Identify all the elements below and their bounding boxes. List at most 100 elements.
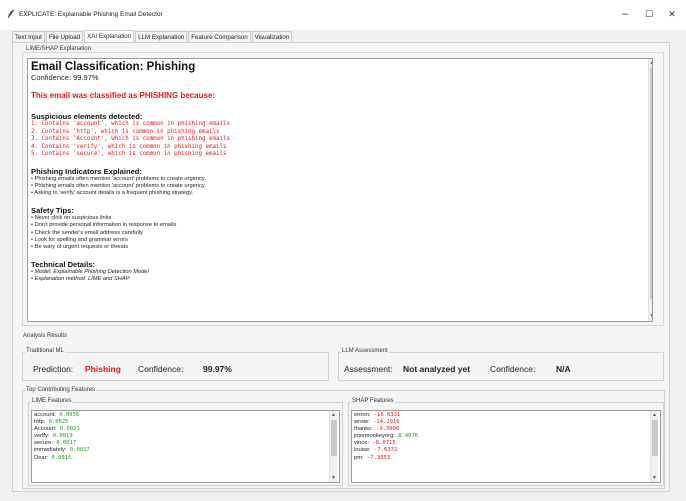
feature-name: account:: [34, 412, 56, 418]
feature-value: 0.0021: [59, 426, 80, 433]
feature-name: wrote:: [354, 419, 370, 426]
feature-name: immediately:: [34, 447, 67, 454]
safety-tip: • Be wary of urgent requests or threats: [31, 244, 129, 251]
list-item: secure: 0.0017: [34, 440, 337, 447]
window-title: EXPLICATE: Explainable Phishing Email De…: [19, 11, 163, 18]
shap-features-label: SHAP Features: [351, 398, 395, 404]
feature-value: -7.6372: [374, 447, 398, 454]
tab-text-input[interactable]: Text Input: [12, 31, 45, 42]
suspicious-item: 5. Contains 'secure', which is common in…: [31, 151, 227, 157]
confidence-line: Confidence: 99.97%: [31, 73, 99, 82]
llm-confidence-label: Confidence:: [490, 364, 536, 374]
feature-name: enron:: [354, 412, 371, 418]
technical-item: • Explanation method: LIME and SHAP: [31, 276, 130, 283]
feather-icon: [8, 9, 15, 18]
list-item: wrote: -14.2916: [354, 419, 658, 426]
feature-name: Dear:: [34, 454, 49, 461]
suspicious-title: Suspicious elements detected:: [31, 112, 143, 121]
prediction-label: Prediction:: [33, 364, 74, 374]
feature-value: -14.2916: [373, 419, 400, 426]
safety-tip: • Don't provide personal information in …: [31, 222, 177, 229]
indicator-item: • Phishing emails often mention 'account…: [31, 175, 206, 182]
scroll-down-arrow-icon[interactable]: ▼: [651, 475, 658, 481]
tab-llm-explanation[interactable]: LLM Explanation: [135, 31, 188, 42]
list-item: Dear: 0.0015: [34, 455, 337, 462]
top-features-label: Top Contributing Features: [25, 387, 97, 393]
scroll-up-arrow-icon[interactable]: ▲: [651, 412, 658, 418]
safety-tip: • Never click on suspicious links: [31, 214, 112, 221]
feature-value: 0.0017: [56, 440, 77, 447]
list-item: Account: 0.0021: [34, 426, 337, 433]
lime-scrollbar[interactable]: ▲ ▼: [329, 411, 337, 482]
suspicious-item: 4. Contains 'verify', which is common in…: [31, 143, 227, 150]
lime-features-label: LIME Features: [31, 398, 73, 404]
feature-value: 0.0017: [69, 447, 90, 454]
tab-feature-comparison[interactable]: Feature Comparison: [188, 31, 251, 42]
feature-name: vince:: [354, 440, 370, 447]
feature-name: josemonkeyorg:: [354, 433, 395, 440]
tab-visualization[interactable]: Visualization: [251, 31, 293, 42]
shap-features-list[interactable]: enron: -16.6331 wrote: -14.2916 thanks: …: [351, 410, 661, 483]
feature-name: thanks:: [354, 426, 373, 433]
verdict-line: This email was classified as PHISHING be…: [31, 91, 216, 100]
suspicious-item: 1. Contains 'account', which is common i…: [31, 121, 230, 127]
tab-xai-explanation[interactable]: XAI Explanation: [84, 30, 135, 42]
assessment-value: Not analyzed yet: [403, 364, 471, 374]
feature-value: 8.4076: [398, 433, 419, 440]
classification-heading: Email Classification: Phishing: [31, 61, 196, 73]
close-button[interactable]: ✕: [659, 5, 685, 23]
feature-name: Account:: [34, 426, 57, 433]
feature-value: 0.0056: [59, 412, 80, 418]
title-bar: EXPLICATE: Explainable Phishing Email De…: [0, 0, 686, 30]
list-item: enron: -16.6331: [354, 412, 658, 419]
list-item: immediately: 0.0017: [34, 447, 337, 454]
feature-value: 0.0019: [52, 433, 73, 440]
technical-title: Technical Details:: [31, 259, 96, 269]
list-item: http: 0.0025: [34, 419, 337, 426]
scrollbar-thumb[interactable]: [331, 420, 337, 456]
list-item: pm: -7.3053: [354, 455, 658, 462]
scroll-up-arrow-icon[interactable]: ▲: [649, 60, 652, 66]
feature-name: verify:: [34, 433, 50, 440]
shap-scrollbar[interactable]: ▲ ▼: [650, 411, 658, 482]
traditional-ml-label: Traditional ML: [25, 348, 65, 354]
app-window: EXPLICATE: Explainable Phishing Email De…: [0, 0, 686, 501]
feature-value: 0.0025: [48, 419, 69, 426]
indicators-title: Phishing Indicators Explained:: [31, 166, 142, 176]
ml-confidence-label: Confidence:: [138, 364, 184, 374]
indicator-item: • Asking to 'verify' account details is …: [31, 190, 194, 197]
scroll-up-arrow-icon[interactable]: ▲: [330, 412, 337, 418]
suspicious-item: 2. Contains 'http', which is common in p…: [31, 128, 220, 135]
list-item: vince: -8.0715: [354, 440, 658, 447]
feature-value: -8.0715: [372, 440, 396, 447]
llm-assessment-label: LLM Assessment: [341, 348, 389, 354]
feature-name: secure:: [34, 440, 54, 447]
indicator-item: • Phishing emails often mention 'account…: [31, 182, 206, 189]
technical-item: • Model: Explainable Phishing Detection …: [31, 268, 149, 275]
explanation-text-area[interactable]: Email Classification: Phishing Confidenc…: [27, 58, 653, 322]
suspicious-item: 3. Contains 'Account', which is common i…: [31, 136, 230, 142]
feature-value: -7.3053: [366, 454, 391, 461]
feature-name: pm:: [354, 454, 364, 461]
scroll-down-arrow-icon[interactable]: ▼: [330, 475, 337, 481]
lime-features-list[interactable]: account: 0.0056 http: 0.0025 Account: 0.…: [31, 410, 340, 483]
analysis-results-label: Analysis Results: [22, 333, 69, 339]
scroll-down-arrow-icon[interactable]: ▼: [649, 313, 652, 319]
scrollbar-thumb[interactable]: [650, 68, 652, 299]
scrollbar-thumb[interactable]: [652, 420, 658, 456]
feature-value: -16.6331: [373, 412, 401, 418]
list-item: verify: 0.0019: [34, 433, 337, 440]
prediction-value: Phishing: [85, 364, 121, 374]
explanation-group-label: LIME/SHAP Explanation: [25, 46, 92, 52]
llm-confidence-value: N/A: [556, 364, 571, 374]
feature-name: http:: [34, 419, 46, 426]
list-item: louise: -7.6372: [354, 447, 658, 454]
feature-name: louise:: [354, 447, 371, 454]
explanation-scrollbar[interactable]: ▲ ▼: [648, 59, 652, 321]
tab-file-upload[interactable]: File Upload: [45, 31, 84, 42]
safety-title: Safety Tips:: [31, 205, 74, 215]
list-item: account: 0.0056: [34, 412, 337, 419]
feature-value: 0.0015: [51, 454, 72, 461]
minimize-button[interactable]: –: [612, 5, 638, 23]
safety-tip: • Look for spelling and grammar errors: [31, 236, 128, 243]
